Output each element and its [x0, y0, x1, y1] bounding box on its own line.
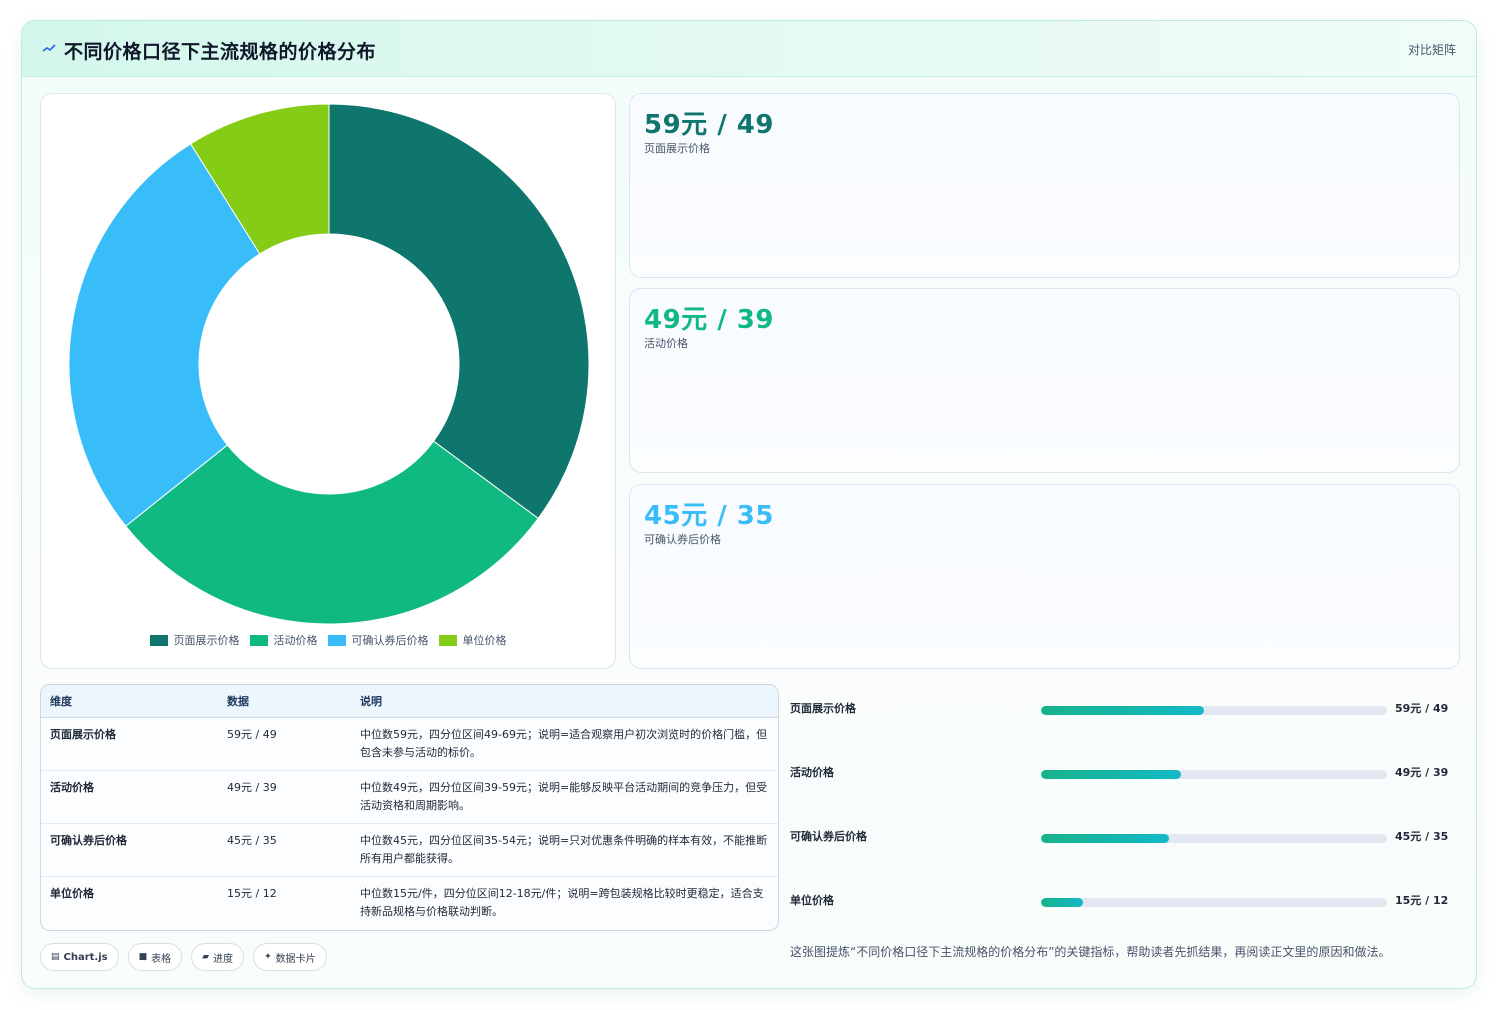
progress-track	[1041, 834, 1387, 843]
feature-badges: ▤ Chart.js ■ 表格 ▰ 进度 ✦ 数据卡片	[40, 943, 327, 971]
legend-item[interactable]: 活动价格	[249, 632, 318, 648]
legend-swatch	[249, 634, 268, 646]
donut-chart	[68, 103, 590, 625]
stat-label: 页面展示价格	[644, 142, 710, 155]
legend-swatch	[327, 634, 346, 646]
table-icon: ■	[138, 952, 148, 962]
col-header-dimension: 维度	[41, 685, 218, 718]
stat-value: 49元 / 39	[644, 305, 774, 335]
progress-row: 单位价格 15元 / 12	[790, 888, 1460, 912]
stat-label: 活动价格	[644, 337, 688, 350]
progress-fill	[1041, 706, 1204, 715]
cell-dimension: 单位价格	[50, 886, 94, 900]
progress-row: 页面展示价格 59元 / 49	[790, 696, 1460, 720]
progress-label: 单位价格	[790, 894, 834, 907]
progress-label: 页面展示价格	[790, 702, 856, 715]
col-header-description: 说明	[351, 685, 778, 718]
progress-row: 活动价格 49元 / 39	[790, 760, 1460, 784]
legend-label: 可确认券后价格	[351, 634, 429, 647]
badge-label: 表格	[151, 953, 172, 965]
stat-value: 45元 / 35	[644, 501, 774, 531]
cell-data: 15元 / 12	[227, 886, 277, 900]
col-header-data: 数据	[218, 685, 351, 718]
stat-value: 59元 / 49	[644, 110, 774, 140]
progress-track	[1041, 770, 1387, 779]
chart-caption: 这张图提炼“不同价格口径下主流规格的价格分布”的关键指标，帮助读者先抓结果，再阅…	[790, 945, 1391, 959]
cell-dimension: 活动价格	[41, 770, 218, 824]
cell-description: 中位数45元，四分位区间35-54元；说明=只对优惠条件明确的样本有效，不能推断…	[351, 823, 778, 877]
table-header-row: 维度 数据 说明	[41, 685, 778, 718]
page-title: 不同价格口径下主流规格的价格分布	[64, 41, 377, 63]
badge-chartjs[interactable]: ▤ Chart.js	[40, 943, 119, 971]
cell-data: 59元 / 49	[218, 717, 351, 771]
progress-track	[1041, 898, 1387, 907]
dashboard-card: 不同价格口径下主流规格的价格分布 对比矩阵 页面展示价格 活动价格 可确认券后价格单…	[21, 20, 1477, 989]
progress-value: 15元 / 12	[1395, 894, 1449, 907]
progress-row: 可确认券后价格 45元 / 35	[790, 824, 1460, 848]
metrics-table: 维度 数据 说明 页面展示价格 59元 / 49 中位数59元，四分位区间49-…	[40, 684, 779, 931]
legend-label: 单位价格	[462, 634, 507, 647]
progress-value: 45元 / 35	[1395, 830, 1449, 843]
table-row: 页面展示价格 59元 / 49 中位数59元，四分位区间49-69元；说明=适合…	[41, 717, 778, 771]
progress-value: 49元 / 39	[1395, 766, 1449, 779]
progress-fill	[1041, 770, 1182, 779]
progress-value: 59元 / 49	[1395, 702, 1449, 715]
badge-label: Chart.js	[63, 951, 108, 963]
cell-description: 中位数15元/件，四分位区间12-18元/件；说明=跨包装规格比较时更稳定，适合…	[360, 886, 764, 918]
badge-label: 数据卡片	[275, 953, 316, 965]
legend-swatch	[149, 634, 168, 646]
stat-card-activity: 49元 / 39 活动价格	[629, 288, 1460, 473]
legend-item[interactable]: 可确认券后价格	[327, 632, 429, 648]
progress-label: 活动价格	[790, 766, 834, 779]
badge-progress[interactable]: ▰ 进度	[191, 943, 245, 971]
cell-description: 中位数49元，四分位区间39-59元；说明=能够反映平台活动期间的竞争压力，但受…	[351, 770, 778, 824]
badge-label: 进度	[213, 953, 234, 965]
cell-dimension: 可确认券后价格	[41, 823, 218, 877]
trend-line-icon	[42, 44, 56, 52]
card-header: 不同价格口径下主流规格的价格分布 对比矩阵	[22, 21, 1476, 77]
cell-description: 中位数59元，四分位区间49-69元；说明=适合观察用户初次浏览时的价格门槛，但…	[351, 717, 778, 771]
cell-dimension: 页面展示价格	[41, 717, 218, 771]
progress-icon: ▰	[202, 952, 210, 962]
progress-label: 可确认券后价格	[790, 830, 867, 843]
legend-item[interactable]: 页面展示价格	[149, 632, 240, 648]
table-row: 活动价格 49元 / 39 中位数49元，四分位区间39-59元；说明=能够反映…	[41, 770, 778, 824]
legend-label: 页面展示价格	[173, 634, 240, 647]
badge-data-card[interactable]: ✦ 数据卡片	[253, 943, 327, 971]
progress-fill	[1041, 834, 1170, 843]
legend-item[interactable]: 单位价格	[438, 632, 507, 648]
compare-matrix-link[interactable]: 对比矩阵	[1408, 41, 1456, 58]
progress-track	[1041, 706, 1387, 715]
chart-icon: ▤	[51, 952, 60, 962]
donut-chart-panel: 页面展示价格 活动价格 可确认券后价格 单位价格	[40, 93, 616, 669]
cell-data: 45元 / 35	[218, 823, 351, 877]
progress-fill	[1041, 898, 1083, 907]
table-row: 可确认券后价格 45元 / 35 中位数45元，四分位区间35-54元；说明=只…	[41, 823, 778, 877]
badge-table[interactable]: ■ 表格	[127, 943, 183, 971]
stat-card-page-display: 59元 / 49 页面展示价格	[629, 93, 1460, 278]
table-row: 单位价格 15元 / 12 中位数15元/件，四分位区间12-18元/件；说明=…	[41, 876, 778, 929]
cell-data: 49元 / 39	[218, 770, 351, 824]
chart-legend: 页面展示价格 活动价格 可确认券后价格 单位价格	[41, 632, 615, 648]
stat-card-coupon: 45元 / 35 可确认券后价格	[629, 484, 1460, 669]
legend-swatch	[438, 634, 457, 646]
stat-label: 可确认券后价格	[644, 533, 721, 546]
card-icon: ✦	[264, 952, 272, 962]
legend-label: 活动价格	[273, 634, 318, 647]
donut-slice-0[interactable]	[328, 103, 590, 520]
